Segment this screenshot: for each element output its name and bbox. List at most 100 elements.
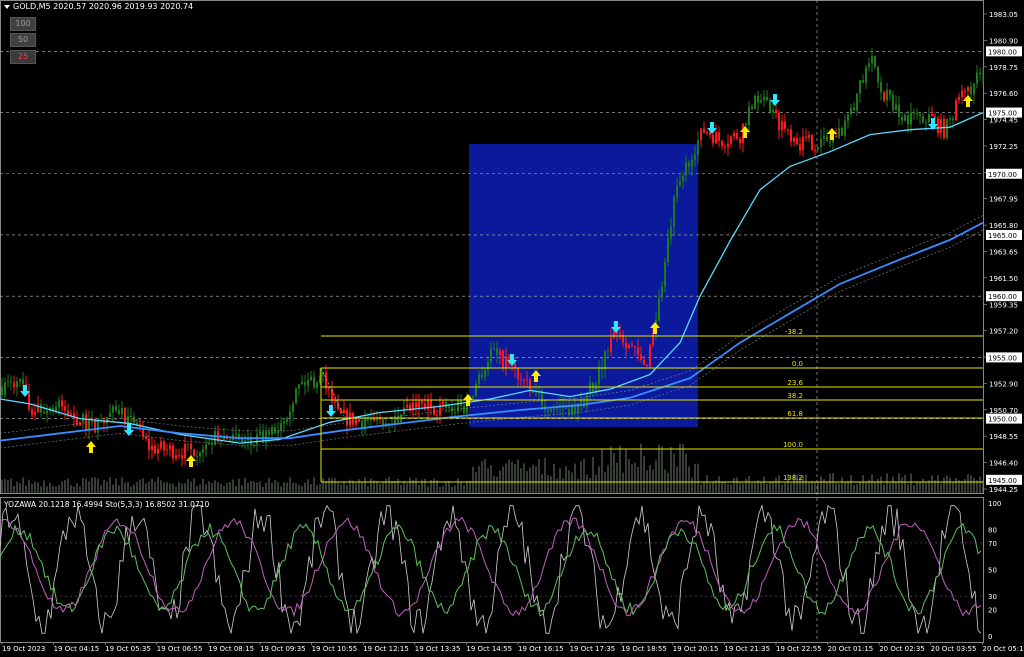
candle-body	[535, 392, 537, 394]
candle-body	[181, 455, 183, 459]
candle-body	[355, 419, 357, 425]
candle-body	[133, 416, 135, 423]
candle-body	[28, 391, 30, 410]
tf-button-50[interactable]: 50	[10, 33, 36, 47]
candle-body	[16, 381, 18, 388]
candle-body	[688, 162, 690, 167]
time-axis: 19 Oct 2023 19 Oct 04:15 19 Oct 05:35 19 Oc…	[1, 642, 1024, 653]
fib-level-label: 100.0	[783, 441, 803, 449]
candle-body	[1, 386, 3, 396]
candle-body	[976, 72, 978, 84]
candle-body	[637, 347, 639, 355]
candle-body	[862, 80, 864, 83]
candle-body	[913, 111, 915, 114]
candle-body	[841, 128, 843, 136]
candle-body	[178, 455, 180, 457]
candle-body	[634, 346, 636, 348]
fib-level-label: 138.2	[783, 474, 803, 482]
candle-body	[415, 402, 417, 408]
candle-body	[733, 132, 735, 137]
candle-body	[928, 113, 930, 123]
candle-body	[925, 122, 927, 124]
candle-body	[565, 407, 567, 409]
dropdown-triangle-icon[interactable]	[4, 4, 10, 9]
tf-button-25[interactable]: 25	[10, 50, 36, 64]
candle-body	[121, 407, 123, 415]
candle-body	[955, 100, 957, 121]
candle-body	[970, 86, 972, 95]
candle-body	[865, 67, 867, 83]
candle-body	[673, 197, 675, 227]
candle-body	[712, 134, 714, 144]
candle-body	[310, 376, 312, 381]
candle-body	[625, 342, 627, 349]
candle-body	[505, 356, 507, 369]
candle-body	[667, 237, 669, 262]
candle-body	[901, 116, 903, 121]
candle-body	[451, 406, 453, 412]
candle-body	[196, 455, 198, 457]
candle-body	[958, 96, 960, 101]
fib-level-label: 0.0	[792, 360, 803, 368]
candle-body	[403, 407, 405, 415]
indicator-level-label: 30	[988, 593, 997, 601]
candle-body	[730, 136, 732, 144]
candle-body	[922, 115, 924, 123]
candle-body	[529, 379, 531, 391]
time-label: 19 Oct 21:35	[724, 645, 770, 653]
price-label: 1952.90	[989, 380, 1018, 388]
candle-body	[202, 449, 204, 453]
candle-body	[880, 82, 882, 93]
candle-body	[787, 128, 789, 130]
candle-body	[892, 94, 894, 111]
candle-body	[610, 337, 612, 352]
candle-body	[343, 409, 345, 414]
candle-body	[721, 140, 723, 147]
candle-body	[259, 431, 261, 435]
candle-body	[550, 409, 552, 413]
time-label: 19 Oct 12:15	[363, 645, 409, 653]
stoch-signal-line	[0, 522, 982, 617]
candle-body	[931, 113, 933, 117]
price-tag-label: 1960.00	[988, 293, 1017, 301]
candle-body	[115, 406, 117, 411]
candle-body	[760, 100, 762, 103]
candle-body	[682, 175, 684, 182]
candle-body	[298, 384, 300, 389]
candle-body	[295, 388, 297, 404]
time-label: 19 Oct 04:15	[54, 645, 100, 653]
candle-body	[766, 96, 768, 101]
candle-body	[334, 401, 336, 403]
candle-body	[982, 74, 984, 76]
candle-body	[175, 455, 177, 459]
candle-body	[481, 374, 483, 377]
candle-body	[499, 350, 501, 355]
candle-body	[670, 226, 672, 238]
candle-body	[292, 403, 294, 412]
candle-body	[112, 406, 114, 413]
candle-body	[70, 413, 72, 415]
time-label: 20 Oct 03:55	[931, 645, 977, 653]
candle-body	[790, 129, 792, 142]
candle-body	[829, 141, 831, 143]
candle-body	[793, 137, 795, 142]
candle-body	[949, 118, 951, 120]
candle-body	[775, 110, 777, 114]
candle-body	[904, 114, 906, 121]
candle-body	[739, 138, 741, 144]
candle-body	[160, 441, 162, 449]
candle-body	[649, 344, 651, 367]
price-chart[interactable]: -38.20.023.638.261.8100.0138.21983.05198…	[0, 0, 1024, 657]
candle-body	[301, 382, 303, 385]
time-label: 20 Oct 05:15	[982, 645, 1024, 653]
candle-body	[805, 136, 807, 138]
tf-button-100[interactable]: 100	[10, 17, 36, 31]
candle-body	[454, 411, 456, 413]
candle-body	[607, 351, 609, 353]
indicator-level-label: 50	[988, 567, 997, 575]
candle-body	[943, 119, 945, 138]
candle-body	[97, 420, 99, 433]
time-label: 19 Oct 16:15	[518, 645, 564, 653]
price-label: 1980.90	[989, 37, 1018, 45]
price-tag-label: 1955.00	[988, 354, 1017, 362]
